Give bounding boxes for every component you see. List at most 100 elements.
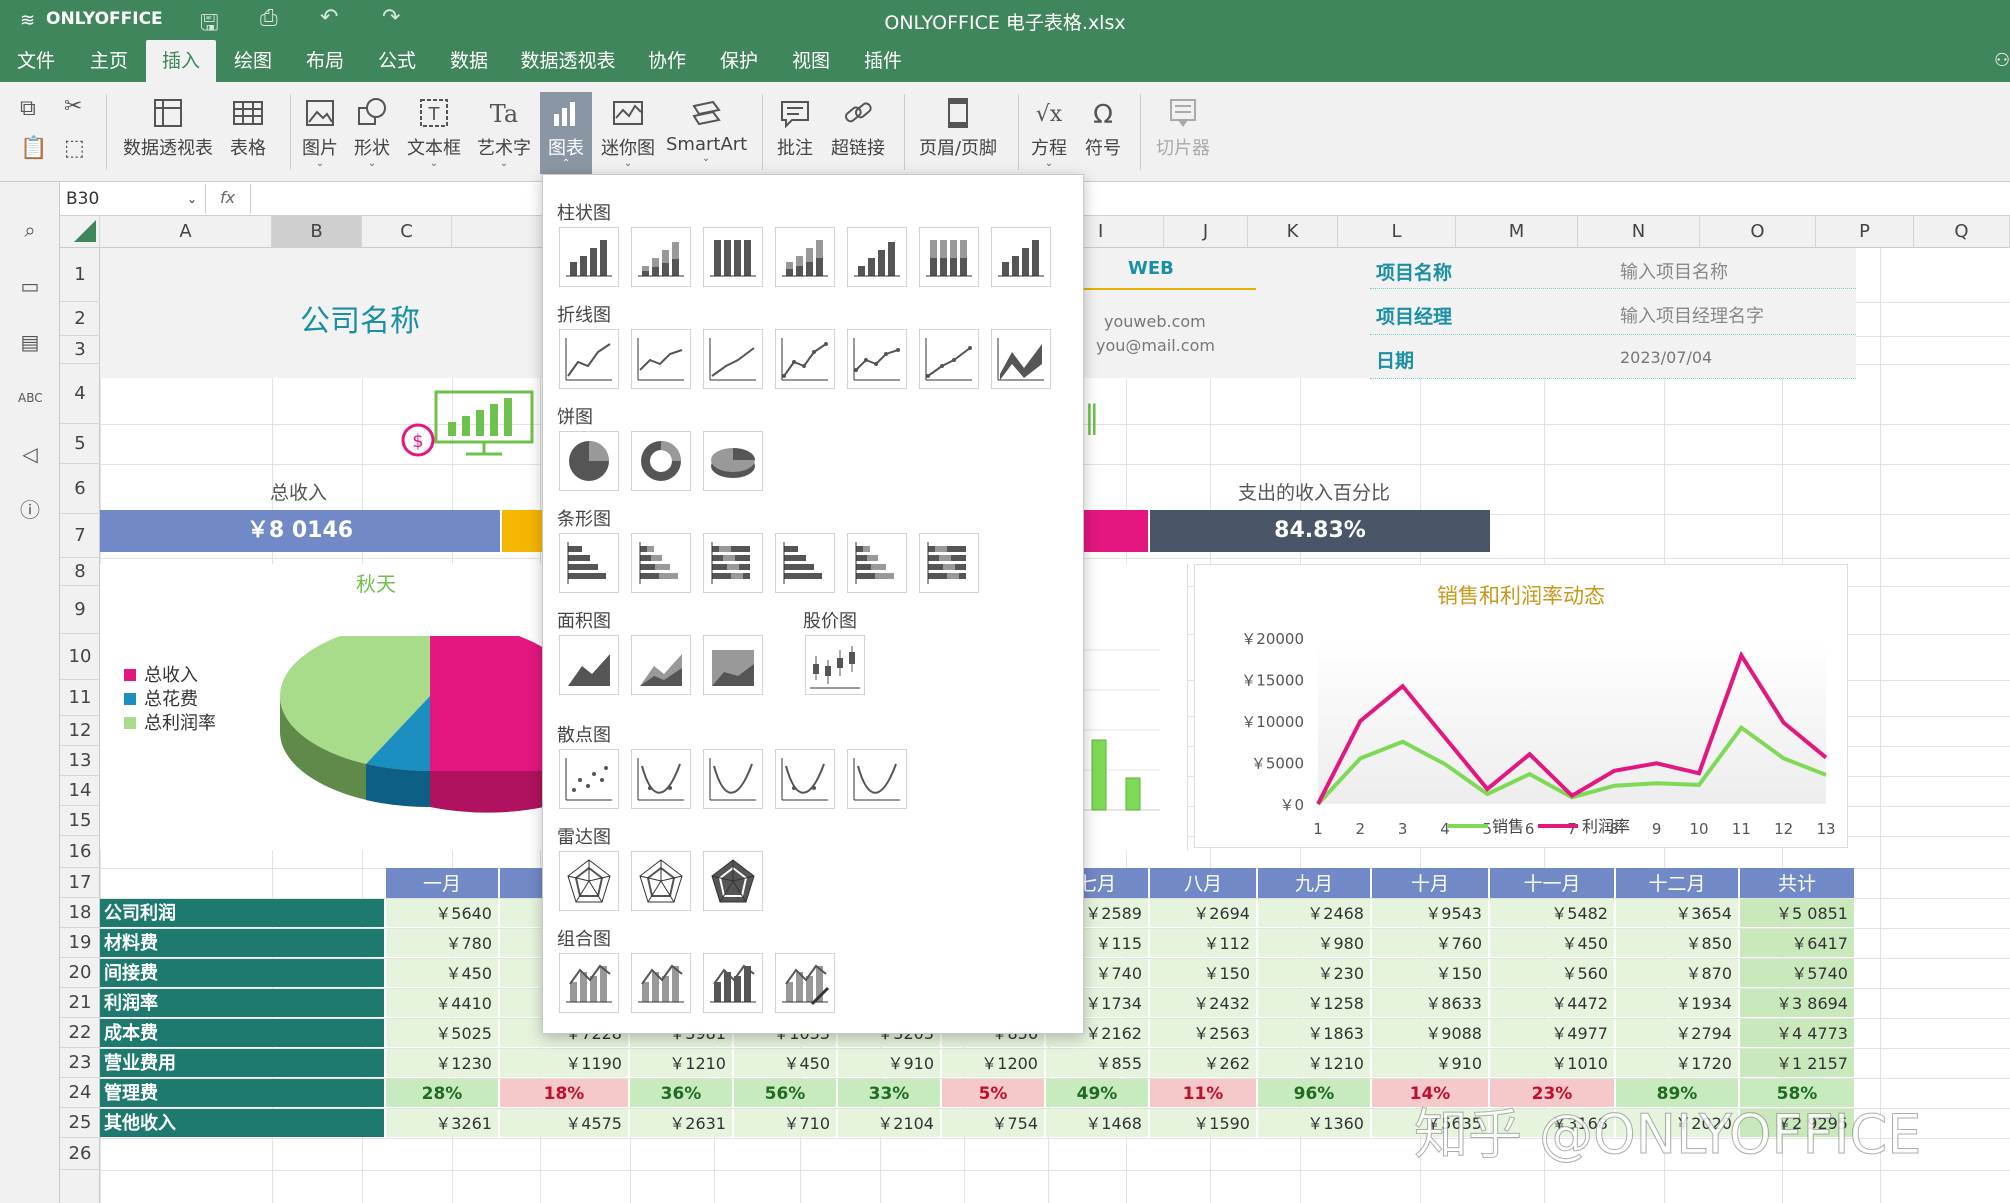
col-header-n[interactable]: N: [1578, 216, 1700, 248]
scatter-chart-option-2[interactable]: [631, 749, 691, 809]
total-cell[interactable]: ￥6417: [1740, 929, 1854, 957]
table-cell[interactable]: ￥3261: [386, 1109, 498, 1137]
area-chart-option-1[interactable]: [559, 635, 619, 695]
table-cell[interactable]: ￥112: [1150, 929, 1256, 957]
info-value-3[interactable]: 2023/07/04: [1620, 348, 1712, 367]
row-label[interactable]: 管理费: [100, 1079, 384, 1107]
line-chart-option-4[interactable]: [775, 329, 835, 389]
table-cell[interactable]: ￥4977: [1490, 1019, 1614, 1047]
menu-file[interactable]: 文件: [6, 40, 66, 82]
table-cell[interactable]: ￥1360: [1258, 1109, 1370, 1137]
combo-chart-option-2[interactable]: [631, 953, 691, 1013]
spellcheck-icon[interactable]: ABC: [18, 386, 43, 410]
bar-chart-option-3[interactable]: [703, 533, 763, 593]
table-cell[interactable]: ￥710: [734, 1109, 836, 1137]
table-cell[interactable]: ￥230: [1258, 959, 1370, 987]
table-cell[interactable]: ￥4575: [500, 1109, 628, 1137]
chart-button[interactable]: 图表 ⌃: [540, 92, 592, 174]
stock-chart-option-1[interactable]: [805, 635, 865, 695]
col-header-c[interactable]: C: [362, 216, 452, 248]
table-button[interactable]: 表格: [222, 96, 274, 160]
row-label[interactable]: 公司利润: [100, 899, 384, 927]
table-cell[interactable]: ￥850: [1616, 929, 1738, 957]
row-label[interactable]: 材料费: [100, 929, 384, 957]
column-chart-option-7[interactable]: [991, 227, 1051, 287]
row-header-6[interactable]: 6: [60, 464, 100, 514]
col-header-l[interactable]: L: [1338, 216, 1456, 248]
fx-icon[interactable]: fx: [220, 188, 235, 207]
table-cell[interactable]: ￥3654: [1616, 899, 1738, 927]
comments-icon[interactable]: ▭: [18, 274, 42, 298]
row-header-22[interactable]: 22: [60, 1018, 100, 1048]
row-label[interactable]: 利润率: [100, 989, 384, 1017]
bar-chart-option-6[interactable]: [919, 533, 979, 593]
row-header-16[interactable]: 16: [60, 836, 100, 868]
table-cell[interactable]: ￥9543: [1372, 899, 1488, 927]
pie-chart-option-1[interactable]: [559, 431, 619, 491]
row-header-14[interactable]: 14: [60, 776, 100, 806]
row-header-20[interactable]: 20: [60, 958, 100, 988]
row-header-25[interactable]: 25: [60, 1108, 100, 1138]
month-header[interactable]: 共计: [1740, 868, 1854, 898]
image-button[interactable]: 图片 ⌄: [296, 96, 344, 169]
pie-chart-option-3[interactable]: [703, 431, 763, 491]
table-cell[interactable]: ￥1590: [1150, 1109, 1256, 1137]
table-cell[interactable]: ￥450: [1490, 929, 1614, 957]
table-cell[interactable]: ￥450: [734, 1049, 836, 1077]
table-cell[interactable]: ￥9088: [1372, 1019, 1488, 1047]
table-cell[interactable]: 49%: [1046, 1079, 1148, 1107]
month-header[interactable]: 一月: [386, 868, 498, 898]
table-cell[interactable]: ￥1720: [1616, 1049, 1738, 1077]
col-header-m[interactable]: M: [1456, 216, 1578, 248]
month-header[interactable]: 十月: [1372, 868, 1488, 898]
row-label[interactable]: 间接费: [100, 959, 384, 987]
formula-input[interactable]: [250, 184, 2000, 214]
col-header-j[interactable]: J: [1164, 216, 1248, 248]
table-cell[interactable]: ￥910: [838, 1049, 940, 1077]
row-header-26[interactable]: 26: [60, 1138, 100, 1170]
column-chart-option-2[interactable]: [631, 227, 691, 287]
table-cell[interactable]: ￥8633: [1372, 989, 1488, 1017]
col-header-q[interactable]: Q: [1914, 216, 2010, 248]
select-all-icon[interactable]: ⬚: [64, 136, 85, 161]
month-header[interactable]: 十一月: [1490, 868, 1614, 898]
row-header-7[interactable]: 7: [60, 514, 100, 558]
smartart-button[interactable]: SmartArt ⌄: [666, 96, 747, 164]
combo-chart-option-4[interactable]: [775, 953, 835, 1013]
row-header-1[interactable]: 1: [60, 248, 100, 302]
cell-reference-box[interactable]: B30 ⌄: [60, 184, 206, 214]
month-header[interactable]: 八月: [1150, 868, 1256, 898]
symbol-button[interactable]: Ω 符号: [1080, 96, 1126, 160]
total-cell[interactable]: ￥4 4773: [1740, 1019, 1854, 1047]
table-cell[interactable]: ￥2563: [1150, 1019, 1256, 1047]
shape-button[interactable]: 形状 ⌄: [350, 96, 394, 169]
table-cell[interactable]: ￥754: [942, 1109, 1044, 1137]
area-chart-option-2[interactable]: [631, 635, 691, 695]
total-income-value[interactable]: ￥8 0146: [100, 510, 500, 552]
scatter-chart-option-3[interactable]: [703, 749, 763, 809]
month-header[interactable]: 九月: [1258, 868, 1370, 898]
radar-chart-option-2[interactable]: [631, 851, 691, 911]
table-cell[interactable]: ￥870: [1616, 959, 1738, 987]
company-name[interactable]: 公司名称: [300, 296, 420, 340]
table-cell[interactable]: ￥2432: [1150, 989, 1256, 1017]
menu-draw[interactable]: 绘图: [220, 40, 286, 82]
menu-formula[interactable]: 公式: [364, 40, 430, 82]
menu-collab[interactable]: 协作: [634, 40, 700, 82]
row-header-19[interactable]: 19: [60, 928, 100, 958]
pct-value[interactable]: 84.83%: [1150, 510, 1490, 552]
cut-icon[interactable]: ✂: [64, 94, 82, 119]
menu-pivot[interactable]: 数据透视表: [512, 40, 624, 82]
menu-home[interactable]: 主页: [76, 40, 142, 82]
table-cell[interactable]: ￥1468: [1046, 1109, 1148, 1137]
row-label[interactable]: 成本费: [100, 1019, 384, 1047]
chat-icon[interactable]: ▤: [18, 330, 42, 354]
row-label[interactable]: 营业费用: [100, 1049, 384, 1077]
row-header-12[interactable]: 12: [60, 716, 100, 746]
table-cell[interactable]: ￥2694: [1150, 899, 1256, 927]
feedback-icon[interactable]: ◁: [18, 442, 42, 466]
col-header-k[interactable]: K: [1248, 216, 1338, 248]
table-cell[interactable]: ￥2794: [1616, 1019, 1738, 1047]
line-chart-option-1[interactable]: [559, 329, 619, 389]
info-value-2[interactable]: 输入项目经理名字: [1620, 302, 1764, 328]
